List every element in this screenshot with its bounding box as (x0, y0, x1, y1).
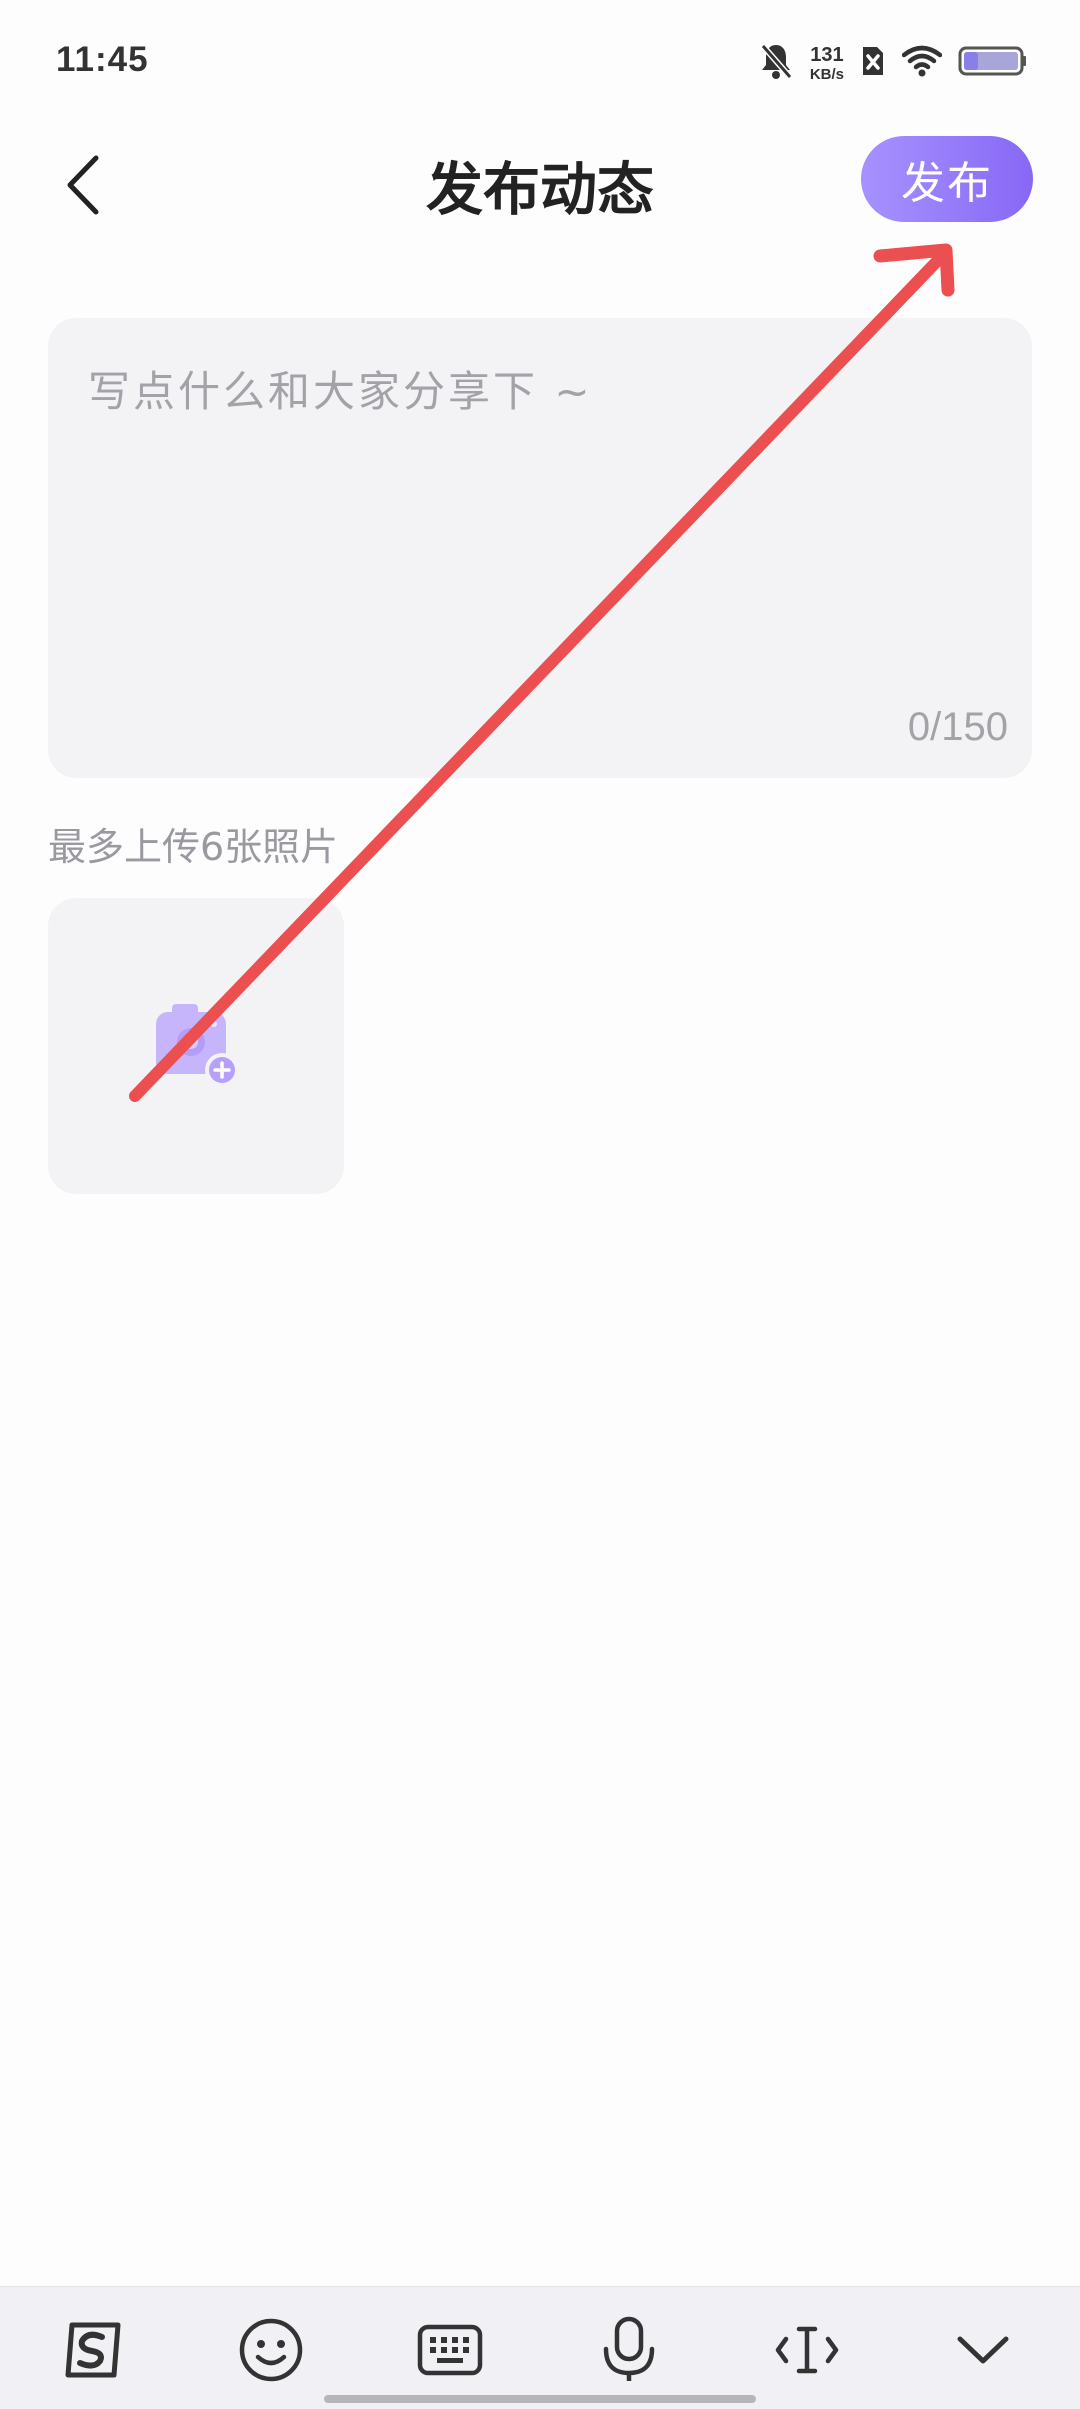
status-bar: 11:45 131 KB/s (0, 0, 1080, 120)
add-photo-button[interactable] (48, 898, 344, 1194)
keyboard-toolbar (0, 2286, 1080, 2409)
status-time: 11:45 (56, 40, 149, 79)
network-speed-unit: KB/s (809, 65, 844, 83)
sogou-logo-icon[interactable] (58, 2315, 128, 2385)
network-speed-value: 131 (810, 43, 844, 66)
upload-hint: 最多上传6张照片 (48, 825, 339, 869)
home-indicator[interactable] (324, 2395, 756, 2403)
post-input-placeholder: 写点什么和大家分享下 ~ (88, 367, 593, 416)
post-text-input[interactable]: 写点什么和大家分享下 ~ 0/150 (48, 318, 1032, 778)
top-nav: 发布动态 发布 (0, 120, 1080, 240)
battery-icon (958, 45, 1028, 81)
wifi-icon (901, 45, 943, 81)
status-icons: 131 KB/s (758, 40, 1028, 86)
bell-muted-icon (758, 41, 794, 85)
collapse-keyboard-icon[interactable] (948, 2315, 1018, 2385)
character-counter: 0/150 (907, 705, 1008, 749)
cursor-move-icon[interactable] (772, 2315, 842, 2385)
network-speed: 131 KB/s (810, 45, 844, 82)
keyboard-icon[interactable] (415, 2315, 485, 2385)
publish-button[interactable]: 发布 (861, 136, 1033, 222)
add-photo-icon (156, 1004, 239, 1087)
no-sim-icon (860, 44, 886, 82)
emoji-icon[interactable] (236, 2315, 306, 2385)
microphone-icon[interactable] (594, 2315, 664, 2385)
